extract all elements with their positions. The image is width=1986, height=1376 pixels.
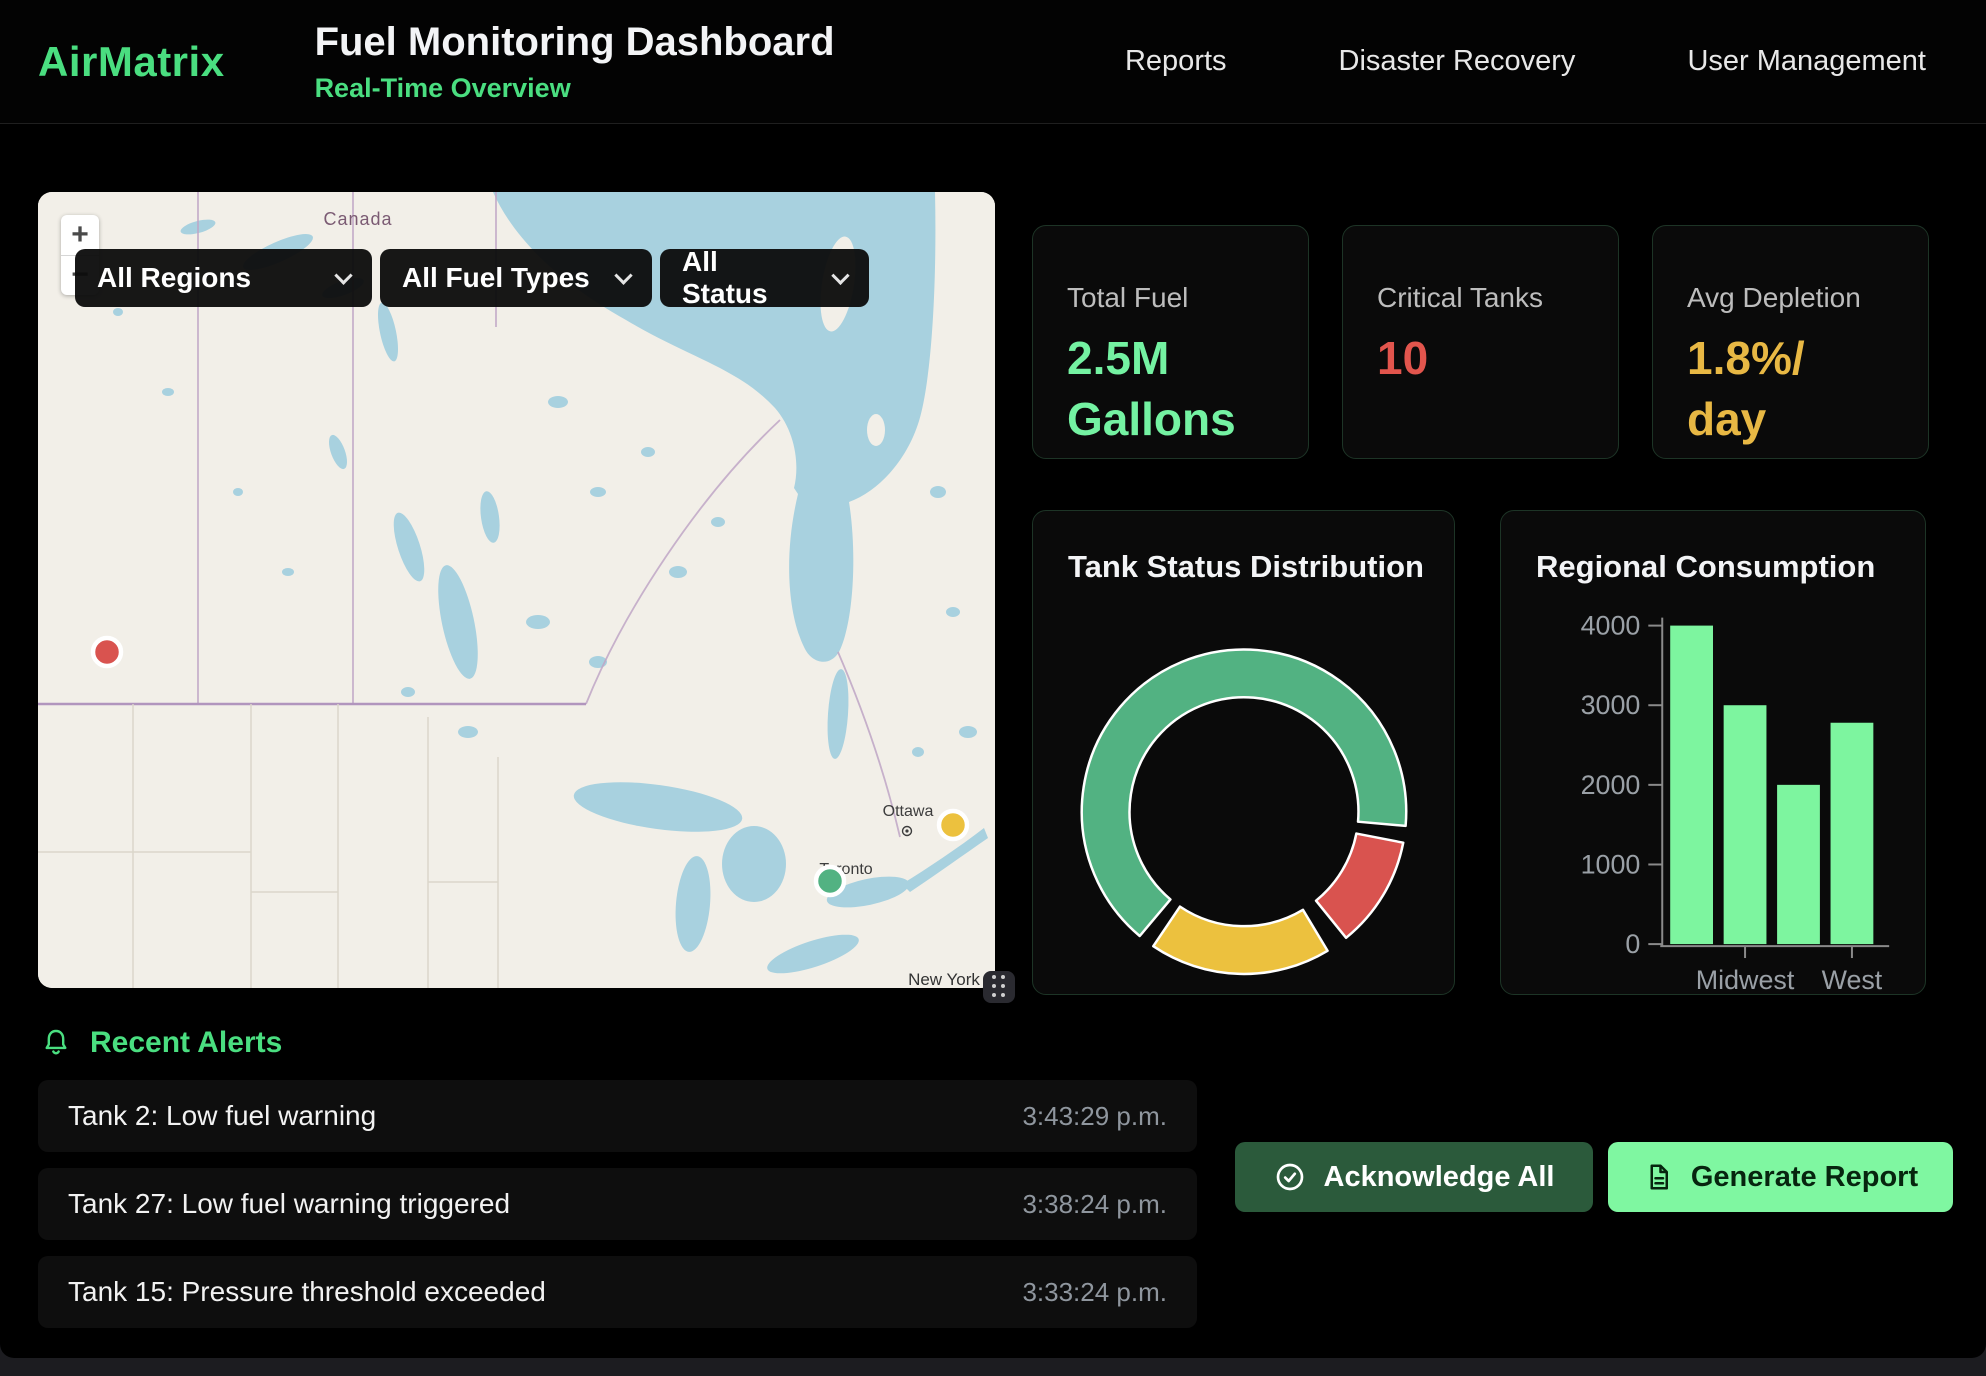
alert-row: Tank 27: Low fuel warning triggered 3:38…: [38, 1168, 1197, 1240]
alert-row: Tank 15: Pressure threshold exceeded 3:3…: [38, 1256, 1197, 1328]
x-tick-label: Midwest: [1696, 965, 1795, 994]
stat-card-total-fuel: Total Fuel 2.5MGallons: [1032, 225, 1309, 459]
stat-label: Critical Tanks: [1377, 282, 1584, 314]
page-subtitle: Real-Time Overview: [315, 73, 835, 104]
alert-timestamp: 3:33:24 p.m.: [1022, 1277, 1167, 1308]
region-filter-select[interactable]: All Regions: [75, 249, 372, 307]
fuel-type-filter-value: All Fuel Types: [402, 262, 590, 294]
stat-value: 2.5MGallons: [1067, 328, 1274, 449]
stat-value: 10: [1377, 328, 1584, 389]
map-filters: All Regions All Fuel Types All Status: [75, 249, 869, 307]
y-tick-label: 1000: [1581, 849, 1641, 879]
alerts-title: Recent Alerts: [90, 1026, 282, 1060]
tank-status-chart-card: Tank Status Distribution: [1032, 510, 1455, 995]
acknowledge-all-button[interactable]: Acknowledge All: [1235, 1142, 1593, 1212]
fuel-type-filter-select[interactable]: All Fuel Types: [380, 249, 652, 307]
chevron-down-icon: [831, 266, 849, 284]
alerts-header: Recent Alerts: [40, 1026, 282, 1060]
tank-status-donut-chart: [1033, 511, 1454, 994]
donut-slice-critical: [1316, 834, 1403, 938]
stat-card-critical-tanks: Critical Tanks 10: [1342, 225, 1619, 459]
tank-marker-warning[interactable]: [939, 811, 967, 839]
title-block: Fuel Monitoring Dashboard Real-Time Over…: [315, 20, 835, 104]
x-tick-label: West: [1822, 965, 1883, 994]
window-bottom-strip: [0, 1358, 1986, 1376]
bar-0: [1670, 626, 1713, 944]
map-canvas[interactable]: Canada Ottawa Toronto New York: [38, 192, 995, 988]
tank-marker-normal[interactable]: [816, 867, 844, 895]
chevron-down-icon: [334, 266, 352, 284]
alert-message: Tank 15: Pressure threshold exceeded: [68, 1276, 546, 1308]
alert-row: Tank 2: Low fuel warning 3:43:29 p.m.: [38, 1080, 1197, 1152]
chevron-down-icon: [614, 266, 632, 284]
fuel-map[interactable]: Canada Ottawa Toronto New York + − All R…: [38, 192, 995, 988]
nav-user-management[interactable]: User Management: [1687, 45, 1926, 78]
status-filter-value: All Status: [682, 246, 808, 310]
bell-icon: [40, 1027, 72, 1059]
top-bar: AirMatrix Fuel Monitoring Dashboard Real…: [0, 0, 1986, 124]
regional-consumption-chart-card: Regional Consumption 01000200030004000Mi…: [1500, 510, 1926, 995]
brand-logo: AirMatrix: [38, 38, 225, 86]
donut-slice-warning: [1153, 907, 1327, 974]
stat-value: 1.8%/day: [1687, 328, 1894, 449]
alert-message: Tank 2: Low fuel warning: [68, 1100, 376, 1132]
main-nav: Reports Disaster Recovery User Managemen…: [1125, 45, 1926, 78]
y-tick-label: 2000: [1581, 770, 1641, 800]
y-tick-label: 4000: [1581, 611, 1641, 641]
alert-timestamp: 3:38:24 p.m.: [1022, 1189, 1167, 1220]
capital-icon-dot: [905, 829, 908, 832]
stat-label: Total Fuel: [1067, 282, 1274, 314]
status-filter-select[interactable]: All Status: [660, 249, 869, 307]
alert-timestamp: 3:43:29 p.m.: [1022, 1101, 1167, 1132]
map-island-2: [867, 414, 885, 446]
region-filter-value: All Regions: [97, 262, 251, 294]
bar-1: [1724, 705, 1767, 944]
bar-2: [1777, 785, 1820, 944]
regional-consumption-bar-chart: 0 1000 2000 3000 4000 Midwest West: [1501, 511, 1925, 994]
generate-report-label: Generate Report: [1691, 1161, 1918, 1194]
nav-disaster-recovery[interactable]: Disaster Recovery: [1339, 45, 1576, 78]
y-tick-label: 3000: [1581, 690, 1641, 720]
stat-card-avg-depletion: Avg Depletion 1.8%/day: [1652, 225, 1929, 459]
check-circle-icon: [1274, 1161, 1306, 1193]
map-label-ottawa: Ottawa: [883, 803, 934, 820]
generate-report-button[interactable]: Generate Report: [1608, 1142, 1953, 1212]
stat-label: Avg Depletion: [1687, 282, 1894, 314]
bar-3: [1831, 723, 1874, 944]
map-label-new-york: New York: [908, 970, 980, 988]
acknowledge-all-label: Acknowledge All: [1324, 1161, 1555, 1194]
y-tick-label: 0: [1625, 929, 1640, 959]
alert-message: Tank 27: Low fuel warning triggered: [68, 1188, 510, 1220]
dashboard-window: AirMatrix Fuel Monitoring Dashboard Real…: [0, 0, 1986, 1358]
nav-reports[interactable]: Reports: [1125, 45, 1227, 78]
map-label-canada: Canada: [323, 209, 392, 229]
page-title: Fuel Monitoring Dashboard: [315, 20, 835, 65]
tank-marker-critical[interactable]: [93, 638, 121, 666]
report-document-icon: [1643, 1162, 1673, 1192]
map-resize-handle[interactable]: [983, 971, 1015, 1003]
